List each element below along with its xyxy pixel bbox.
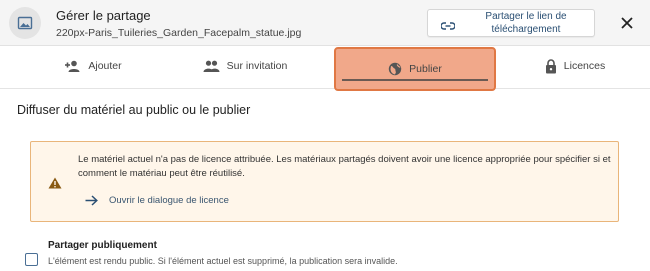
tab-add-label: Ajouter <box>88 60 122 72</box>
image-icon <box>9 7 41 39</box>
share-publicly-checkbox[interactable] <box>25 253 38 266</box>
globe-icon <box>388 62 402 76</box>
tab-licenses-label: Licences <box>563 60 606 72</box>
tab-licenses[interactable]: Licences <box>505 47 645 85</box>
open-license-dialog-label: Ouvrir le dialogue de licence <box>109 194 229 206</box>
add-person-icon <box>64 60 81 72</box>
dialog-header: Gérer le partage 220px-Paris_Tuileries_G… <box>0 0 650 46</box>
share-tabs: Ajouter Sur invitation Publier Licences <box>0 47 650 91</box>
link-icon <box>440 18 456 36</box>
tab-invitation-label: Sur invitation <box>226 60 288 72</box>
warning-text: Le matériel actuel n'a pas de licence at… <box>78 154 611 179</box>
license-warning: Le matériel actuel n'a pas de licence at… <box>30 141 619 222</box>
dialog-title: Gérer le partage <box>56 8 151 23</box>
tab-publish-label: Publier <box>409 63 442 75</box>
close-icon <box>621 17 633 29</box>
section-title: Diffuser du matériel au public ou le pub… <box>17 103 251 117</box>
open-license-dialog-link[interactable]: Ouvrir le dialogue de licence <box>85 192 229 208</box>
share-publicly-label: Partager publiquement <box>48 240 157 251</box>
people-icon <box>203 60 220 72</box>
file-name: 220px-Paris_Tuileries_Garden_Facepalm_st… <box>56 27 302 39</box>
tab-add[interactable]: Ajouter <box>18 47 168 85</box>
tab-invitation[interactable]: Sur invitation <box>175 47 315 85</box>
tab-publish[interactable]: Publier <box>334 47 496 91</box>
close-button[interactable] <box>617 13 637 33</box>
share-publicly-description: L'élément est rendu public. Si l'élément… <box>48 256 398 266</box>
share-download-link-button[interactable]: Partager le lien de téléchargement <box>427 9 595 37</box>
arrow-right-icon <box>85 194 98 206</box>
warning-icon <box>48 176 62 194</box>
share-link-label: Partager le lien de téléchargement <box>485 11 567 35</box>
lock-icon <box>545 58 557 74</box>
active-tab-indicator <box>342 79 488 81</box>
